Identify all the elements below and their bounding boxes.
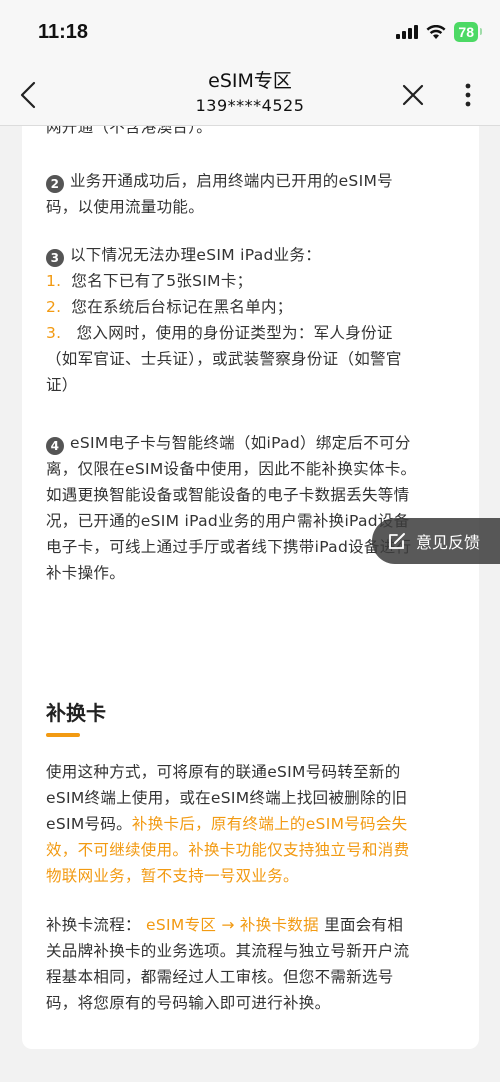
desc-text: eSIM终端上使用，或在eSIM终端上找回被删除的旧 <box>46 789 408 807</box>
section-title: 补换卡 <box>46 701 106 725</box>
replace-desc: 使用这种方式，可将原有的联通eSIM号码转至新的 eSIM终端上使用，或在eSI… <box>46 759 471 889</box>
cut-text: 网开通（不含港澳台）。 <box>46 126 213 136</box>
desc-text: 使用这种方式，可将原有的联通eSIM号码转至新的 <box>46 763 401 781</box>
list-number: 2. <box>46 298 62 316</box>
list-text: 证） <box>46 376 78 394</box>
flow-text: 程基本相同，都需经过人工审核。但您不需新选号 <box>46 968 394 986</box>
status-bar: 11:18 78 <box>0 0 500 64</box>
feedback-button[interactable]: 意见反馈 <box>372 518 500 564</box>
flow-path-link[interactable]: eSIM专区 → 补换卡数据 <box>146 916 319 934</box>
item-2: 2 业务开通成功后，启用终端内已开用的eSIM号 码，以使用流量功能。 <box>46 168 466 220</box>
flow-text: 码，将您原有的号码输入即可进行补换。 <box>46 994 331 1012</box>
list-text: 您名下已有了5张SIM卡； <box>71 272 253 290</box>
phone-number: 139****4525 <box>195 96 305 115</box>
info-card: 网开通（不含港澳台）。 2 业务开通成功后，启用终端内已开用的eSIM号 码，以使… <box>22 126 479 741</box>
wifi-icon <box>426 24 446 39</box>
warning-text: 补换卡后，原有终端上的eSIM号码会失 <box>131 815 408 833</box>
item-text: 况，已开通的eSIM iPad业务的用户需补换iPad设备 <box>46 512 410 530</box>
feedback-label: 意见反馈 <box>416 533 481 552</box>
item-text: 补卡操作。 <box>46 564 126 582</box>
title-underline <box>46 733 80 737</box>
list-text: 您在系统后台标记在黑名单内； <box>71 298 293 316</box>
number-badge: 4 <box>46 437 64 455</box>
status-icons: 78 <box>396 22 482 42</box>
edit-icon <box>389 533 405 549</box>
list-text: （如军官证、士兵证），或武装警察身份证（如警官 <box>46 350 402 368</box>
replace-flow: 补换卡流程： eSIM专区 → 补换卡数据 里面会有相 关品牌补换卡的业务选项。… <box>46 912 471 1016</box>
flow-text: 关品牌补换卡的业务选项。其流程与独立号新开户流 <box>46 942 410 960</box>
content-scroll[interactable]: 网开通（不含港澳台）。 2 业务开通成功后，启用终端内已开用的eSIM号 码，以使… <box>0 126 500 1082</box>
item-3: 3 以下情况无法办理eSIM iPad业务： 1. 您名下已有了5张SIM卡； 2.… <box>46 242 466 398</box>
battery-icon: 78 <box>454 22 482 42</box>
item-text: eSIM电子卡与智能终端（如iPad）绑定后不可分 <box>70 434 411 452</box>
list-number: 1. <box>46 272 62 290</box>
list-text: 您入网时，使用的身份证类型为：军人身份证 <box>71 324 393 342</box>
nav-bar: eSIM专区 139****4525 <box>0 64 500 126</box>
item-text: 码，以使用流量功能。 <box>46 198 205 216</box>
close-icon[interactable] <box>402 84 424 106</box>
number-badge: 3 <box>46 249 64 267</box>
warning-text: 效，不可继续使用。补换卡功能仅支持独立号和消费 <box>46 841 410 859</box>
list-number: 3. <box>46 324 62 342</box>
item-text: 电子卡，可线上通过手厅或者线下携带iPad设备进行 <box>46 538 412 556</box>
desc-text: eSIM号码。 <box>46 815 132 833</box>
replace-card-section: 补换卡 使用这种方式，可将原有的联通eSIM号码转至新的 eSIM终端上使用，或… <box>22 669 479 1049</box>
nav-title-group: eSIM专区 139****4525 <box>0 68 500 118</box>
item-text: 以下情况无法办理eSIM iPad业务： <box>70 246 322 264</box>
flow-label: 补换卡流程： <box>46 916 141 934</box>
number-badge: 2 <box>46 175 64 193</box>
more-icon[interactable] <box>460 82 476 108</box>
item-text: 离，仅限在eSIM设备中使用，因此不能补换实体卡。 <box>46 460 417 478</box>
page-title: eSIM专区 <box>208 70 292 92</box>
flow-text: 里面会有相 <box>324 916 404 934</box>
signal-icon <box>396 25 419 39</box>
item-text: 如遇更换智能设备或智能设备的电子卡数据丢失等情 <box>46 486 410 504</box>
item-text: 业务开通成功后，启用终端内已开用的eSIM号 <box>70 172 393 190</box>
status-time: 11:18 <box>38 20 89 43</box>
warning-text: 物联网业务，暂不支持一号双业务。 <box>46 867 299 885</box>
